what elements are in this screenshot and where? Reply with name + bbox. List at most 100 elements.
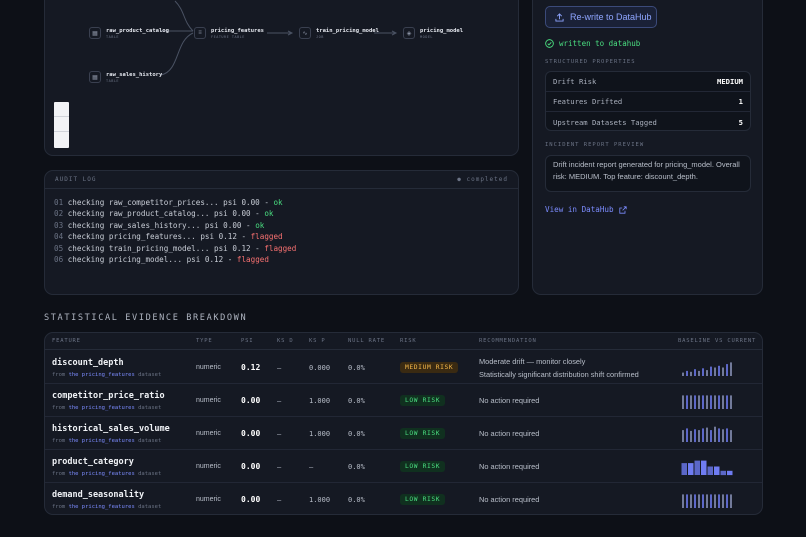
risk-cell: LOW RISK [400,450,446,483]
recommendation: No action required [479,429,540,438]
distribution-sparkline [681,460,733,476]
sparkline-bar [714,367,716,376]
sparkline-bar [730,430,732,442]
report-title: INCIDENT REPORT PREVIEW [545,142,645,148]
log-line: 05 checking train_pricing_model... psi 0… [54,243,297,253]
feature-type: numeric [196,397,221,404]
distribution-sparkline [682,362,732,377]
sparkline-bar [726,428,728,442]
null-rate: 0.0% [348,429,365,438]
psi-value: 0.00 [241,462,261,471]
sparkline-bar [682,494,684,508]
incident-report-preview: Drift incident report generated for pric… [545,155,751,192]
feature-type: numeric [196,364,221,371]
sparkline-bar [698,370,700,376]
log-line: 06 checking pricing_model... psi 0.12 - … [54,255,269,265]
sparkline-bar [730,494,732,508]
ks-p-value: 1.000 [309,495,331,504]
rewrite-datahub-button[interactable]: Re-write to DataHub [545,6,657,28]
sparkline-bar [701,460,707,475]
table-header: FEATURE TYPE PSI KS D KS P NULL RATE RIS… [45,333,762,350]
props-title: STRUCTURED PROPERTIES [545,59,636,65]
lineage-node[interactable]: ≡ pricing_features FEATURE TABLE [194,23,264,43]
lineage-node[interactable]: ∿ train_pricing_model JOB [299,23,379,43]
sparkline-bar [722,494,724,508]
recommendation: No action required [479,495,540,504]
dataset-link[interactable]: the pricing_features [69,438,135,444]
table-icon: ▦ [89,27,101,39]
sparkline-bar [682,395,684,409]
check-circle-icon [545,39,554,48]
sparkline-bar [688,463,694,475]
zoom-in-button[interactable] [54,102,69,117]
structured-properties: Drift Risk MEDIUM Features Drifted 1 Upstr… [545,71,751,131]
sparkline-bar [682,372,684,376]
table-row[interactable]: product_category from the pricing_feature… [45,450,762,483]
distribution-sparkline [682,395,732,409]
feature-source: from the pricing_features dataset [52,504,162,510]
feature-name: product_category [52,457,134,467]
sparkline-bar [714,466,720,475]
sparkline-bar [686,395,688,409]
null-rate: 0.0% [348,495,365,504]
feature-source: from the pricing_features dataset [52,372,162,378]
sparkline-bar [694,395,696,409]
lineage-node[interactable]: ◈ pricing_model MODEL [403,23,463,43]
feature-source: from the pricing_features dataset [52,438,162,444]
datahub-sync-panel: Re-write to DataHub written to datahub S… [532,0,763,295]
recommendation: No action required [479,396,540,405]
sparkline-bar [714,426,716,442]
sparkline-bar [694,429,696,443]
feature-type: numeric [196,496,221,503]
sparkline-bar [718,395,720,409]
lineage-node[interactable]: ▦ raw_product_catalog TABLE [89,23,169,43]
feature-name: historical_sales_volume [52,424,170,434]
feature-source: from the pricing_features dataset [52,405,162,411]
ks-d-value: — [277,495,282,504]
sparkline-bar [690,371,692,377]
sparkline-bar [726,395,728,409]
sparkline-bar [702,428,704,442]
dataset-link[interactable]: the pricing_features [69,405,135,411]
table-row[interactable]: historical_sales_volumefrom the pricing_… [45,417,762,450]
sparkline-bar [694,369,696,376]
property-row: Upstream Datasets Tagged 5 [553,117,743,127]
zoom-out-button[interactable] [54,117,69,132]
dataset-link[interactable]: the pricing_features [69,504,135,510]
fit-view-button[interactable] [54,132,69,147]
table-row[interactable]: demand_seasonality from the pricing_featu… [45,483,762,514]
table-row[interactable]: competitor_price_ratio from the pricing_f… [45,384,762,417]
psi-value: 0.00 [241,495,261,504]
sparkline-bar [722,429,724,443]
dataset-link[interactable]: the pricing_features [69,372,135,378]
sparkline-bar [718,365,720,376]
sparkline-bar [694,460,700,475]
database-icon: ≡ [194,27,206,39]
sparkline-bar [698,395,700,409]
risk-cell: MEDIUM RISK [400,351,459,384]
ks-d-value: — [277,429,282,438]
sparkline-bar [698,494,700,508]
feature-type: numeric [196,430,221,437]
sparkline-bar [710,395,712,409]
property-row: Drift Risk MEDIUM [546,72,750,92]
feature-name: discount_depth [52,358,124,368]
distribution-sparkline [682,494,732,508]
view-in-datahub-link[interactable]: View in DataHub [545,205,627,214]
feature-type: numeric [196,463,221,470]
dataset-link[interactable]: the pricing_features [69,471,135,477]
audit-log-panel: AUDIT LOG ● completed 01 checking raw_co… [44,170,519,295]
upload-icon [555,12,564,22]
psi-value: 0.12 [241,363,261,372]
null-rate: 0.0% [348,363,365,372]
sparkline-bar [710,430,712,442]
activity-icon: ∿ [299,27,311,39]
ks-d-value: — [277,396,282,405]
log-line: 04 checking pricing_features... psi 0.12… [54,232,283,242]
table-row[interactable]: discount_depthfrom the pricing_features … [45,351,762,384]
lineage-node[interactable]: ▦ raw_sales_history TABLE [89,67,162,87]
log-line: 03 checking raw_sales_history... psi 0.0… [54,220,265,230]
zoom-controls[interactable] [54,102,69,148]
sparkline-bar [726,494,728,508]
sparkline-bar [707,466,713,475]
